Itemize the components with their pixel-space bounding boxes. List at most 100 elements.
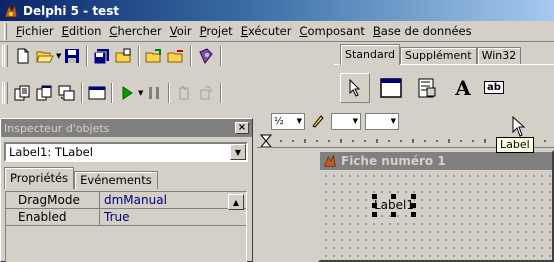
color-combo[interactable]: ▼	[365, 112, 399, 130]
pause-icon	[149, 87, 160, 99]
view-debug-toolbar: ▼	[2, 82, 225, 104]
title-bar[interactable]: Delphi 5 - test	[0, 0, 554, 21]
save-button[interactable]	[61, 45, 83, 67]
open-project-button[interactable]	[113, 45, 135, 67]
property-name: DragMode	[6, 192, 100, 208]
label-component-button[interactable]: A	[448, 73, 478, 103]
toggle-form-unit-button[interactable]	[56, 82, 78, 104]
main-menu-icon	[380, 77, 402, 98]
property-grid: DragMode dmManual Enabled True ▲	[5, 191, 247, 262]
menu-bar: Fichier Edition Chercher Voir Projet Exé…	[0, 21, 554, 42]
object-inspector: Inspecteur d'objets × Label1: TLabel ▼ P…	[0, 118, 253, 262]
run-button[interactable]	[116, 82, 138, 104]
menu-composant[interactable]: Composant	[295, 24, 368, 38]
selection-handle[interactable]	[372, 203, 377, 208]
inspector-title: Inspecteur d'objets	[4, 121, 110, 135]
arrow-pointer-icon	[349, 78, 361, 97]
form-title-bar[interactable]: Fiche numéro 1	[320, 152, 552, 170]
pen-button[interactable]	[309, 112, 327, 130]
line-combo[interactable]: ▼	[331, 112, 361, 130]
trace-into-button[interactable]	[173, 82, 195, 104]
toolbar-grip[interactable]	[2, 45, 8, 67]
delphi-app-icon[interactable]	[3, 3, 19, 19]
component-palette: A ab	[334, 64, 554, 110]
menu-edition[interactable]: Edition	[58, 24, 106, 38]
chevron-down-icon: ▼	[352, 117, 358, 125]
scroll-up-button[interactable]: ▲	[228, 194, 244, 210]
open-button[interactable]	[34, 45, 56, 67]
label-a-icon: A	[455, 75, 471, 100]
chevron-down-icon: ▼	[234, 147, 242, 157]
form-icon	[324, 154, 336, 167]
selection-handle[interactable]	[411, 194, 416, 199]
menu-executer[interactable]: Exécuter	[237, 24, 296, 38]
form-design-grid[interactable]: Label1	[320, 170, 552, 260]
property-row[interactable]: DragMode dmManual	[6, 192, 246, 209]
form-designer-window[interactable]: Fiche numéro 1 Label1	[318, 150, 554, 262]
tab-proprietes[interactable]: Propriétés	[4, 167, 75, 189]
new-form-button[interactable]	[86, 82, 108, 104]
close-icon: ×	[237, 122, 247, 133]
selection-handle[interactable]	[372, 194, 377, 199]
object-selector-combo[interactable]: Label1: TLabel ▼	[4, 142, 248, 162]
toolbar-grip[interactable]	[2, 82, 8, 104]
tab-evenements[interactable]: Evénements	[74, 171, 158, 189]
menu-grip[interactable]	[4, 22, 7, 40]
tab-win32[interactable]: Win32	[476, 47, 522, 65]
remove-from-project-button[interactable]	[165, 45, 187, 67]
menu-fichier[interactable]: Fichier	[12, 24, 58, 38]
edit-component-button[interactable]: ab	[484, 73, 508, 103]
toolbar-separator	[138, 46, 141, 66]
editor-format-strip: ½ ▼ ▼ ▼	[257, 110, 554, 132]
trace-into-icon	[179, 85, 189, 100]
new-form-icon	[88, 86, 106, 100]
popup-menu-icon	[418, 78, 436, 97]
inspector-title-bar[interactable]: Inspecteur d'objets ×	[1, 119, 252, 137]
pause-button[interactable]	[143, 82, 165, 104]
new-button[interactable]	[12, 45, 34, 67]
view-unit-button[interactable]	[12, 82, 34, 104]
save-all-button[interactable]	[91, 45, 113, 67]
selection-handle[interactable]	[391, 212, 396, 217]
edit-ab-icon: ab	[484, 81, 504, 94]
menu-base-de-donnees[interactable]: Base de données	[369, 24, 476, 38]
inspector-tabs: Propriétés Evénements	[4, 167, 158, 189]
tooltip: Label	[496, 137, 534, 153]
step-over-icon	[200, 86, 213, 100]
chevron-up-icon: ▲	[232, 197, 240, 207]
chevron-down-icon: ▼	[390, 117, 396, 125]
property-row[interactable]: Enabled True	[6, 209, 246, 226]
toolbar-separator	[111, 83, 113, 103]
close-button[interactable]: ×	[235, 122, 249, 134]
object-selector-dropdown-button[interactable]: ▼	[230, 144, 246, 160]
mainmenu-component-button[interactable]	[376, 73, 406, 103]
menu-chercher[interactable]: Chercher	[105, 24, 165, 38]
view-form-icon	[36, 85, 52, 101]
property-value[interactable]: True	[100, 209, 198, 225]
component-palette-tabs: Standard Supplément Win32	[340, 43, 522, 65]
menu-projet[interactable]: Projet	[196, 24, 237, 38]
standard-toolbar: ▼	[2, 45, 225, 67]
tab-standard[interactable]: Standard	[340, 44, 401, 65]
pointer-tool-button[interactable]	[340, 72, 370, 103]
chevron-down-icon: ▼	[296, 117, 302, 125]
add-to-project-icon	[145, 49, 162, 63]
zoom-combo[interactable]: ½ ▼	[271, 112, 305, 130]
toolbar-separator	[81, 83, 83, 103]
save-disk-icon	[65, 49, 80, 63]
view-form-button[interactable]	[34, 82, 56, 104]
selection-handle[interactable]	[411, 212, 416, 217]
tab-supplement[interactable]: Supplément	[400, 47, 477, 65]
toggle-form-unit-icon	[58, 85, 75, 101]
selection-handle[interactable]	[391, 194, 396, 199]
help-button[interactable]	[195, 45, 217, 67]
step-over-button[interactable]	[195, 82, 217, 104]
selection-handle[interactable]	[411, 203, 416, 208]
property-value[interactable]: dmManual	[100, 192, 198, 208]
add-to-project-button[interactable]	[143, 45, 165, 67]
popupmenu-component-button[interactable]	[412, 73, 442, 103]
window-title: Delphi 5 - test	[23, 3, 120, 18]
new-file-icon	[17, 48, 29, 64]
selection-handle[interactable]	[372, 212, 377, 217]
menu-voir[interactable]: Voir	[166, 24, 196, 38]
